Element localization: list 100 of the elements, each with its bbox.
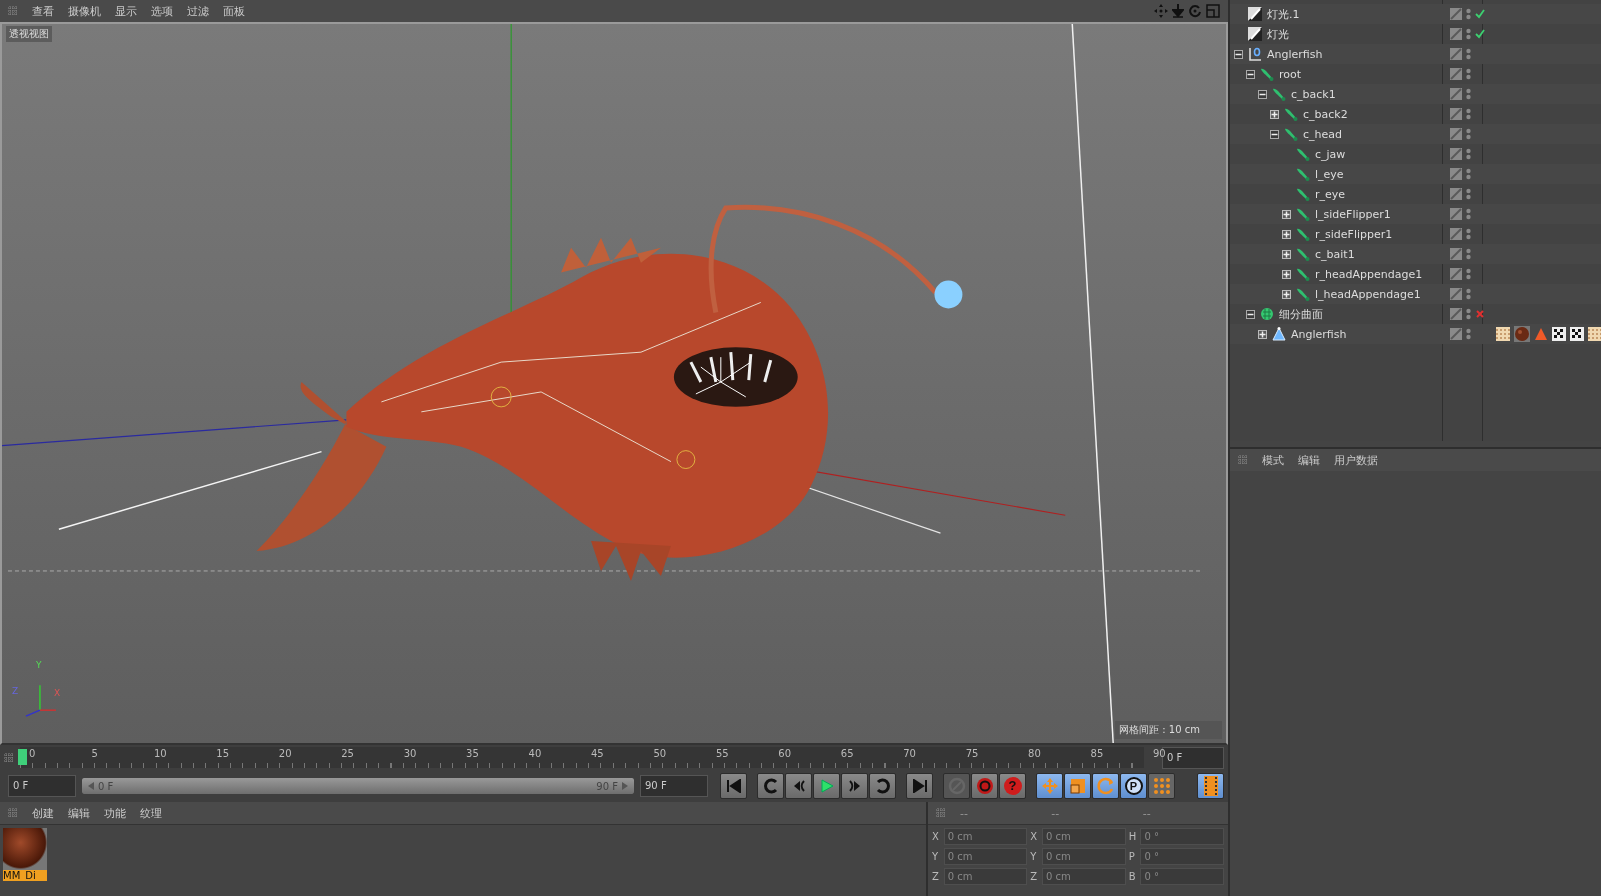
view-name-label[interactable]: 透视视图 bbox=[6, 26, 52, 42]
collapse-icon[interactable] bbox=[1246, 309, 1255, 319]
object-name[interactable]: r_eye bbox=[1315, 187, 1346, 201]
visibility-dots-icon[interactable] bbox=[1466, 8, 1471, 20]
visibility-dots-icon[interactable] bbox=[1466, 228, 1471, 240]
coordinate-field[interactable]: 0 cm bbox=[1042, 828, 1126, 845]
menu-item[interactable]: 过滤 bbox=[187, 3, 209, 19]
record-button[interactable] bbox=[971, 773, 998, 799]
collapse-icon[interactable] bbox=[1270, 129, 1279, 139]
layer-icon[interactable] bbox=[1450, 308, 1462, 320]
menu-item[interactable]: 创建 bbox=[32, 805, 54, 821]
expand-icon[interactable] bbox=[1282, 229, 1291, 239]
material-preview[interactable] bbox=[3, 828, 47, 870]
visibility-dots-icon[interactable] bbox=[1466, 328, 1471, 340]
layer-icon[interactable] bbox=[1450, 208, 1462, 220]
keyframe-toggle-button[interactable] bbox=[1092, 773, 1119, 799]
menu-item[interactable]: 模式 bbox=[1262, 452, 1284, 468]
rotate-view-icon[interactable] bbox=[1188, 4, 1202, 18]
anglerfish-drawing[interactable] bbox=[256, 204, 963, 581]
cross-icon[interactable] bbox=[1475, 309, 1485, 319]
start-frame-field[interactable]: 0 F bbox=[8, 775, 76, 797]
menu-item[interactable]: 功能 bbox=[104, 805, 126, 821]
next-frame-button[interactable] bbox=[841, 773, 868, 799]
layer-icon[interactable] bbox=[1450, 248, 1462, 260]
menu-item[interactable]: 用户数据 bbox=[1334, 452, 1378, 468]
checker-tag-icon[interactable] bbox=[1570, 327, 1584, 341]
object-name[interactable]: c_back2 bbox=[1303, 107, 1348, 121]
expand-icon[interactable] bbox=[1282, 209, 1291, 219]
visibility-dots-icon[interactable] bbox=[1466, 148, 1471, 160]
collapse-icon[interactable] bbox=[1258, 89, 1267, 99]
previous-key-button[interactable] bbox=[757, 773, 784, 799]
object-name[interactable]: 灯光 bbox=[1267, 26, 1289, 42]
viewport[interactable]: 透视视图 Y Z X 网格间距 : 10 cm bbox=[0, 22, 1228, 745]
expand-icon[interactable] bbox=[1258, 329, 1267, 339]
object-name[interactable]: l_eye bbox=[1315, 167, 1344, 181]
object-name[interactable]: l_headAppendage1 bbox=[1315, 287, 1421, 301]
object-name[interactable]: c_back1 bbox=[1291, 87, 1336, 101]
object-name[interactable]: c_bait1 bbox=[1315, 247, 1355, 261]
checker-tag-icon[interactable] bbox=[1552, 327, 1566, 341]
expand-icon[interactable] bbox=[1282, 289, 1291, 299]
layer-icon[interactable] bbox=[1450, 8, 1462, 20]
layer-icon[interactable] bbox=[1450, 68, 1462, 80]
move-view-icon[interactable] bbox=[1154, 4, 1168, 18]
menu-item[interactable]: 摄像机 bbox=[68, 3, 101, 19]
menu-item[interactable]: 编辑 bbox=[68, 805, 90, 821]
keyframe-toggle-button[interactable] bbox=[1148, 773, 1175, 799]
visibility-dots-icon[interactable] bbox=[1466, 248, 1471, 260]
left-arrow-icon[interactable] bbox=[88, 782, 94, 790]
menu-item[interactable]: 查看 bbox=[32, 3, 54, 19]
visibility-dots-icon[interactable] bbox=[1466, 168, 1471, 180]
visibility-dots-icon[interactable] bbox=[1466, 308, 1471, 320]
timeline-window-button[interactable] bbox=[1197, 773, 1224, 799]
layer-icon[interactable] bbox=[1450, 148, 1462, 160]
menu-item[interactable]: 选项 bbox=[151, 3, 173, 19]
menu-item[interactable]: 纹理 bbox=[140, 805, 162, 821]
visibility-dots-icon[interactable] bbox=[1466, 188, 1471, 200]
go-to-end-button[interactable] bbox=[906, 773, 933, 799]
visibility-dots-icon[interactable] bbox=[1466, 268, 1471, 280]
coordinate-field[interactable]: 0 ° bbox=[1140, 828, 1224, 845]
keyframe-toggle-button[interactable] bbox=[1064, 773, 1091, 799]
layer-icon[interactable] bbox=[1450, 228, 1462, 240]
layer-icon[interactable] bbox=[1450, 268, 1462, 280]
layer-icon[interactable] bbox=[1450, 288, 1462, 300]
layer-icon[interactable] bbox=[1450, 188, 1462, 200]
coordinate-field[interactable]: 0 ° bbox=[1140, 848, 1224, 865]
layer-icon[interactable] bbox=[1450, 88, 1462, 100]
visibility-dots-icon[interactable] bbox=[1466, 108, 1471, 120]
expand-icon[interactable] bbox=[1282, 249, 1291, 259]
coordinate-field[interactable]: 0 ° bbox=[1140, 868, 1224, 885]
expand-icon[interactable] bbox=[1270, 109, 1279, 119]
object-name[interactable]: Anglerfish bbox=[1267, 47, 1323, 61]
check-icon[interactable] bbox=[1475, 29, 1485, 39]
object-name[interactable]: 灯光.1 bbox=[1267, 6, 1300, 22]
object-name[interactable]: root bbox=[1279, 67, 1302, 81]
coordinate-field[interactable]: 0 cm bbox=[943, 848, 1028, 865]
texture-tag-icon[interactable] bbox=[1496, 327, 1510, 341]
object-name[interactable]: Anglerfish bbox=[1291, 327, 1347, 341]
expand-icon[interactable] bbox=[1282, 269, 1291, 279]
menu-item[interactable]: 面板 bbox=[223, 3, 245, 19]
coordinate-field[interactable]: 0 cm bbox=[943, 868, 1028, 885]
object-name[interactable]: l_sideFlipper1 bbox=[1315, 207, 1391, 221]
dolly-view-icon[interactable] bbox=[1172, 4, 1184, 18]
visibility-dots-icon[interactable] bbox=[1466, 88, 1471, 100]
menu-item[interactable]: 编辑 bbox=[1298, 452, 1320, 468]
object-name[interactable]: r_headAppendage1 bbox=[1315, 267, 1423, 281]
object-name[interactable]: r_sideFlipper1 bbox=[1315, 227, 1393, 241]
right-arrow-icon[interactable] bbox=[622, 782, 628, 790]
layer-icon[interactable] bbox=[1450, 28, 1462, 40]
visibility-dots-icon[interactable] bbox=[1466, 48, 1471, 60]
layer-icon[interactable] bbox=[1450, 48, 1462, 60]
object-name[interactable]: 细分曲面 bbox=[1279, 306, 1323, 322]
menu-item[interactable]: 显示 bbox=[115, 3, 137, 19]
play-button[interactable] bbox=[813, 773, 840, 799]
maximize-view-icon[interactable] bbox=[1206, 4, 1220, 18]
visibility-dots-icon[interactable] bbox=[1466, 128, 1471, 140]
layer-icon[interactable] bbox=[1450, 328, 1462, 340]
keyframe-toggle-button[interactable] bbox=[1036, 773, 1063, 799]
object-name[interactable]: c_jaw bbox=[1315, 147, 1346, 161]
coordinate-field[interactable]: 0 cm bbox=[1042, 868, 1126, 885]
visibility-dots-icon[interactable] bbox=[1466, 68, 1471, 80]
